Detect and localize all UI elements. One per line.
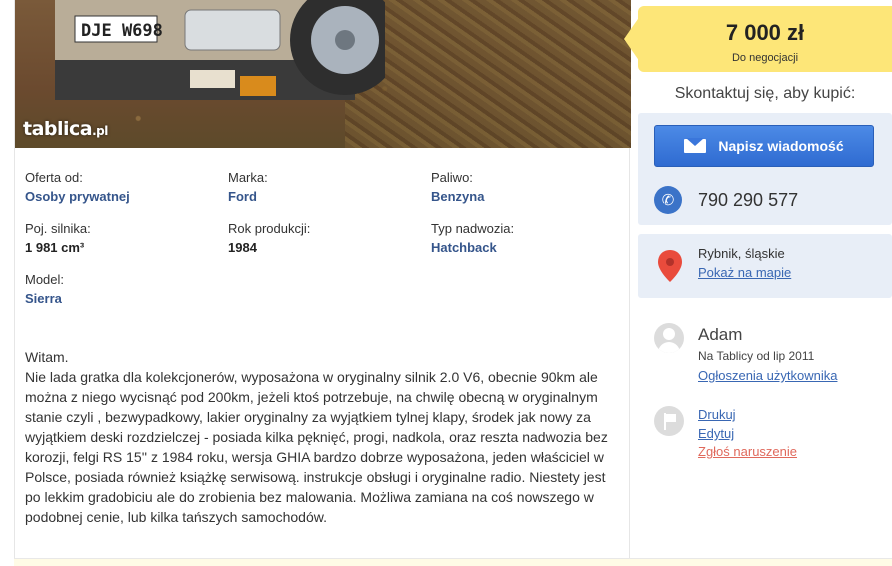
show-map-link[interactable]: Pokaż na mapie	[698, 265, 791, 280]
param-label: Typ nadwozia:	[431, 221, 515, 236]
contact-box: Napisz wiadomość ✆ 790 290 577	[638, 113, 892, 225]
param-value: 1 981 cm³	[25, 240, 85, 255]
price-tag: 7 000 zł Do negocjacji	[624, 6, 892, 72]
param-label: Paliwo:	[431, 170, 473, 185]
location-city: Rybnik, śląskie	[698, 246, 785, 261]
edit-link[interactable]: Edytuj	[698, 426, 734, 441]
phone-number[interactable]: 790 290 577	[698, 190, 798, 211]
user-ads-link[interactable]: Ogłoszenia użytkownika	[698, 368, 837, 383]
param-value-link[interactable]: Hatchback	[431, 239, 621, 257]
param-model: Model: Sierra	[25, 272, 215, 308]
location-box: Rybnik, śląskie Pokaż na mapie	[638, 234, 892, 298]
param-value: 1984	[228, 240, 257, 255]
phone-row[interactable]: ✆ 790 290 577	[654, 186, 798, 214]
watermark: tablica.pl	[23, 118, 108, 140]
param-value-link[interactable]: Osoby prywatnej	[25, 188, 215, 206]
param-fuel: Paliwo: Benzyna	[431, 170, 621, 206]
map-pin-icon	[658, 250, 682, 282]
phone-icon: ✆	[654, 186, 682, 214]
envelope-icon	[684, 138, 707, 153]
user-name: Adam	[698, 325, 743, 344]
ad-sidebar: 7 000 zł Do negocjacji Skontaktuj się, a…	[624, 0, 892, 566]
page-footer-strip	[14, 558, 892, 566]
user-member-since: Na Tablicy od lip 2011	[698, 349, 815, 363]
report-violation-link[interactable]: Zgłoś naruszenie	[698, 444, 797, 459]
flag-icon	[654, 406, 684, 436]
car-image: DJE W698	[55, 0, 385, 100]
param-value-link[interactable]: Benzyna	[431, 188, 621, 206]
send-message-button[interactable]: Napisz wiadomość	[654, 125, 874, 167]
ad-description: Witam. Nie lada gratka dla kolekcjonerów…	[25, 349, 608, 525]
user-avatar-icon	[654, 323, 684, 353]
param-value-link[interactable]: Ford	[228, 188, 418, 206]
send-message-label: Napisz wiadomość	[718, 138, 844, 154]
param-value-link[interactable]: Sierra	[25, 290, 215, 308]
license-plate: DJE W698	[81, 21, 163, 41]
param-label: Model:	[25, 272, 65, 287]
param-label: Poj. silnika:	[25, 221, 91, 236]
watermark-suffix: .pl	[92, 124, 108, 138]
param-label: Oferta od:	[25, 170, 83, 185]
contact-heading: Skontaktuj się, aby kupić:	[674, 85, 856, 102]
param-brand: Marka: Ford	[228, 170, 418, 206]
car-photo[interactable]: DJE W698 tablica.pl	[15, 0, 631, 148]
param-offer-from: Oferta od: Osoby prywatnej	[25, 170, 215, 206]
print-link[interactable]: Drukuj	[698, 407, 736, 422]
ad-main-column: DJE W698 tablica.pl Oferta od: Osoby pry…	[14, 0, 631, 566]
price-negotiable: Do negocjacji	[731, 52, 799, 64]
price-amount: 7 000 zł	[725, 20, 805, 45]
param-label: Rok produkcji:	[228, 221, 311, 236]
param-production-year: Rok produkcji: 1984	[228, 221, 418, 257]
watermark-text: tablica	[23, 118, 93, 140]
param-body-type: Typ nadwozia: Hatchback	[431, 221, 621, 257]
param-engine-capacity: Poj. silnika: 1 981 cm³	[25, 221, 215, 257]
param-label: Marka:	[228, 170, 268, 185]
photo-ground	[345, 0, 631, 148]
